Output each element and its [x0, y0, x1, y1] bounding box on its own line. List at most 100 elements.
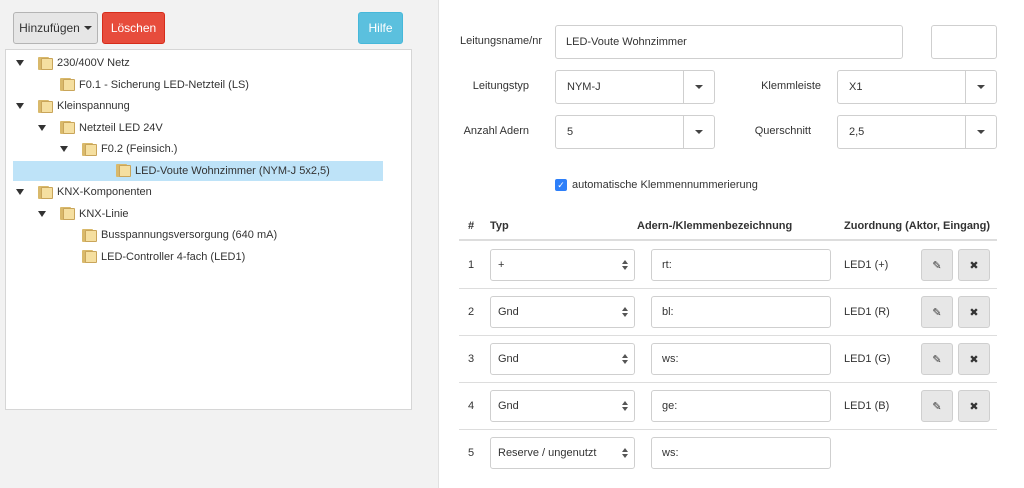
- add-dropdown-button[interactable]: Hinzufügen: [13, 12, 98, 44]
- tree-toggle-icon[interactable]: [38, 210, 46, 217]
- querschnitt-select[interactable]: 2,5: [837, 115, 997, 149]
- pencil-icon: ✎: [932, 306, 942, 319]
- querschnitt-label: Querschnitt: [754, 125, 811, 137]
- col-header-num: #: [468, 220, 475, 232]
- type-select-value: Gnd: [498, 400, 519, 412]
- querschnitt-value: 2,5: [849, 126, 865, 138]
- delete-button-label: Löschen: [110, 21, 157, 35]
- table-header-divider: [459, 239, 997, 241]
- tree-node[interactable]: 230/400V Netz: [6, 53, 130, 73]
- tree-node[interactable]: F0.1 - Sicherung LED-Netzteil (LS): [6, 75, 249, 95]
- leitungstyp-value: NYM-J: [567, 81, 601, 93]
- type-select[interactable]: +: [490, 249, 635, 281]
- leitungsname-label: Leitungsname/nr: [460, 35, 542, 47]
- updown-arrows-icon: [622, 401, 628, 411]
- col-header-zuordnung: Zuordnung (Aktor, Eingang): [844, 220, 991, 232]
- tree-node-label: KNX-Komponenten: [57, 186, 152, 198]
- adern-label: Anzahl Adern: [463, 125, 529, 137]
- tree-node-label: Busspannungsversorgung (640 mA): [101, 229, 278, 241]
- edit-row-button[interactable]: ✎: [921, 296, 953, 328]
- edit-row-button[interactable]: ✎: [921, 249, 953, 281]
- help-button[interactable]: Hilfe: [358, 12, 403, 44]
- klemmleiste-label: Klemmleiste: [761, 80, 821, 92]
- tree-node-label: 230/400V Netz: [57, 57, 130, 69]
- tree-toggle-icon[interactable]: [16, 189, 24, 195]
- detail-panel: Leitungsname/nr LED-Voute Wohnzimmer Lei…: [438, 0, 1024, 488]
- tree-node[interactable]: LED-Controller 4-fach (LED1): [6, 247, 245, 267]
- type-select-value: Gnd: [498, 306, 519, 318]
- folder-icon: [82, 142, 97, 156]
- tree-node-label: Netzteil LED 24V: [79, 121, 163, 134]
- type-select-value: Reserve / ungenutzt: [498, 447, 597, 459]
- type-select[interactable]: Gnd: [490, 343, 635, 375]
- delete-button[interactable]: Löschen: [102, 12, 165, 44]
- tree-node-label: Kleinspannung: [57, 100, 130, 112]
- leitungstyp-select[interactable]: NYM-J: [555, 70, 715, 104]
- updown-arrows-icon: [622, 448, 628, 458]
- tree-node-label: F0.2 (Feinsich.): [101, 143, 178, 155]
- edit-row-button[interactable]: ✎: [921, 343, 953, 375]
- tree-node[interactable]: Netzteil LED 24V: [6, 118, 163, 138]
- updown-arrows-icon: [622, 307, 628, 317]
- chevron-down-icon: [683, 71, 714, 103]
- tree-node-label: LED-Controller 4-fach (LED1): [101, 250, 246, 263]
- wire-label-input[interactable]: ws:: [651, 437, 831, 469]
- assignment-text: LED1 (+): [844, 259, 889, 271]
- folder-icon: [38, 56, 53, 70]
- tree-node[interactable]: F0.2 (Feinsich.): [6, 139, 177, 159]
- klemmleiste-select[interactable]: X1: [837, 70, 997, 104]
- tree-panel: Hinzufügen Löschen Hilfe 230/400V Netz F0…: [0, 0, 420, 488]
- type-select[interactable]: Reserve / ungenutzt: [490, 437, 635, 469]
- tree-node[interactable]: Busspannungsversorgung (640 mA): [6, 225, 277, 245]
- tree-toggle-icon[interactable]: [16, 60, 24, 66]
- delete-row-button[interactable]: ✖: [958, 390, 990, 422]
- delete-row-button[interactable]: ✖: [958, 249, 990, 281]
- updown-arrows-icon: [622, 260, 628, 270]
- edit-row-button[interactable]: ✎: [921, 390, 953, 422]
- row-number: 3: [468, 353, 475, 365]
- assignment-text: LED1 (G): [844, 353, 891, 365]
- type-select[interactable]: Gnd: [490, 296, 635, 328]
- times-icon: ✖: [969, 353, 979, 366]
- leitung-number-input[interactable]: [931, 25, 997, 59]
- wire-label-input[interactable]: bl:: [651, 296, 831, 328]
- times-icon: ✖: [969, 259, 979, 272]
- caret-down-icon: [83, 26, 92, 30]
- table-row: 5 Reserve / ungenutzt ws:: [459, 430, 997, 477]
- leitungsname-input[interactable]: LED-Voute Wohnzimmer: [555, 25, 903, 59]
- adern-value: 5: [567, 126, 574, 138]
- times-icon: ✖: [969, 400, 979, 413]
- updown-arrows-icon: [622, 354, 628, 364]
- row-number: 5: [468, 447, 475, 459]
- folder-icon: [60, 121, 75, 134]
- table-row: 4 Gnd ge: LED1 (B) ✎ ✖: [459, 383, 997, 430]
- tree-toggle-icon[interactable]: [16, 103, 24, 109]
- auto-numbering-label: automatische Klemmennummerierung: [572, 179, 758, 191]
- tree-node[interactable]: KNX-Komponenten: [6, 182, 152, 202]
- wire-label-input[interactable]: ws:: [651, 343, 831, 375]
- folder-icon: [82, 228, 97, 242]
- pencil-icon: ✎: [932, 353, 942, 366]
- type-select[interactable]: Gnd: [490, 390, 635, 422]
- adern-select[interactable]: 5: [555, 115, 715, 149]
- tree-toggle-icon[interactable]: [38, 124, 46, 131]
- folder-icon: [60, 207, 75, 220]
- tree-toggle-icon[interactable]: [60, 146, 68, 152]
- tree-node[interactable]: Kleinspannung: [6, 96, 130, 116]
- folder-icon: [60, 78, 75, 91]
- tree-view: 230/400V Netz F0.1 - Sicherung LED-Netzte…: [5, 49, 412, 410]
- wire-label-input[interactable]: ge:: [651, 390, 831, 422]
- wire-label-input[interactable]: rt:: [651, 249, 831, 281]
- chevron-down-icon: [965, 71, 996, 103]
- add-button-label: Hinzufügen: [19, 21, 80, 35]
- auto-numbering-checkbox[interactable]: ✓: [555, 179, 567, 191]
- delete-row-button[interactable]: ✖: [958, 343, 990, 375]
- folder-icon: [38, 99, 53, 113]
- pencil-icon: ✎: [932, 259, 942, 272]
- tree-node[interactable]: LED-Voute Wohnzimmer (NYM-J 5x2,5): [13, 160, 383, 181]
- tree-node[interactable]: KNX-Linie: [6, 204, 129, 224]
- folder-icon: [38, 185, 53, 199]
- table-row: 2 Gnd bl: LED1 (R) ✎ ✖: [459, 289, 997, 336]
- delete-row-button[interactable]: ✖: [958, 296, 990, 328]
- tree-node-label: KNX-Linie: [79, 207, 129, 220]
